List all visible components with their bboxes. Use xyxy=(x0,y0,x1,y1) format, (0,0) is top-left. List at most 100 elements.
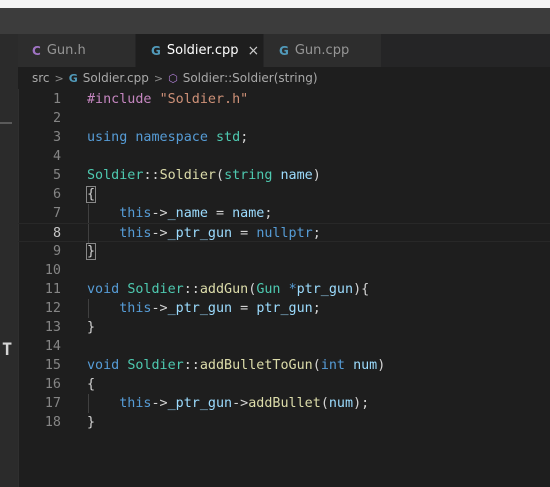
code-line[interactable]: 5 Soldier::Soldier(string name) xyxy=(18,166,550,185)
tab-label: Gun.cpp xyxy=(294,43,350,58)
line-number: 15 xyxy=(44,358,61,373)
code-token: -> xyxy=(151,206,168,221)
code-token: { xyxy=(87,377,96,392)
code-line[interactable]: 4 xyxy=(18,147,550,166)
code-line[interactable]: 6{ xyxy=(18,185,550,204)
code-token: addGun xyxy=(199,282,249,297)
code-token: -> xyxy=(232,396,249,411)
code-text: this->_ptr_gun = nullptr; xyxy=(87,224,321,243)
window-top-band xyxy=(0,0,550,8)
code-token: Gun xyxy=(256,282,289,297)
line-number: 16 xyxy=(44,377,61,392)
code-line[interactable]: 10 xyxy=(18,261,550,280)
code-token: num xyxy=(328,396,354,411)
code-token: num xyxy=(353,358,378,373)
code-line[interactable]: 2 xyxy=(18,109,550,128)
code-token: _ptr_gun xyxy=(167,226,233,241)
breadcrumb-symbol[interactable]: ⬡ Soldier::Soldier(string) xyxy=(168,71,317,85)
line-number: 10 xyxy=(44,263,61,278)
code-token: void xyxy=(87,358,128,373)
code-token: = xyxy=(232,226,257,241)
code-token: string xyxy=(224,168,281,183)
code-token: :: xyxy=(143,168,160,183)
code-token: "Soldier.h" xyxy=(159,92,249,107)
code-token: ( xyxy=(320,396,329,411)
line-number: 8 xyxy=(52,226,61,241)
code-line[interactable]: 12 this->_ptr_gun = ptr_gun; xyxy=(18,299,550,318)
c-header-file-icon: C xyxy=(32,43,41,58)
line-number: 9 xyxy=(52,244,61,259)
code-line[interactable]: 16 { xyxy=(18,375,550,394)
code-token: * xyxy=(288,282,297,297)
code-token: _ptr_gun xyxy=(167,396,233,411)
code-line[interactable]: 9} xyxy=(18,242,550,261)
tab-soldier-cpp[interactable]: G Soldier.cpp × xyxy=(136,34,264,67)
code-token: ; xyxy=(240,130,249,145)
activity-marker xyxy=(0,122,12,124)
code-line[interactable]: 14 xyxy=(18,337,550,356)
code-token: ptr_gun xyxy=(296,282,354,297)
code-line[interactable]: 15 void Soldier::addBulletToGun(int num) xyxy=(18,356,550,375)
breadcrumb-folder[interactable]: src xyxy=(32,71,50,85)
code-token: using xyxy=(87,130,136,145)
method-symbol-icon: ⬡ xyxy=(168,71,178,85)
code-token: ) xyxy=(312,168,321,183)
breadcrumb-file[interactable]: G Soldier.cpp xyxy=(69,71,149,85)
title-bar xyxy=(0,8,550,34)
code-token: ; xyxy=(264,206,273,221)
code-line[interactable]: 7 this->_name = name; xyxy=(18,204,550,223)
code-token: { xyxy=(85,186,97,203)
code-text: } xyxy=(85,242,97,261)
code-text: void Soldier::addBulletToGun(int num) xyxy=(87,356,385,375)
code-token: this xyxy=(87,301,152,316)
code-line[interactable]: 17 this->_ptr_gun->addBullet(num); xyxy=(18,394,550,413)
code-token: -> xyxy=(151,301,168,316)
code-token: Soldier xyxy=(127,358,184,373)
code-line[interactable]: 1 #include "Soldier.h" xyxy=(18,90,550,109)
code-token: this xyxy=(87,206,152,221)
code-token: name xyxy=(232,206,265,221)
code-editor[interactable]: 1 #include "Soldier.h" 2 3 using namespace s… xyxy=(18,89,550,487)
code-line[interactable]: 18} xyxy=(18,413,550,432)
code-token: void xyxy=(87,282,128,297)
code-text: using namespace std; xyxy=(87,128,248,147)
code-token: Soldier xyxy=(87,168,144,183)
tab-label: Gun.h xyxy=(46,43,86,58)
code-token: Soldier xyxy=(159,168,216,183)
breadcrumb-file-label: Soldier.cpp xyxy=(82,71,149,85)
code-token: ); xyxy=(353,396,370,411)
code-text: } xyxy=(87,318,95,337)
line-number: 3 xyxy=(52,130,61,145)
tab-gun-cpp[interactable]: G Gun.cpp xyxy=(264,34,382,67)
code-token: } xyxy=(85,243,97,260)
code-text: { xyxy=(85,185,97,204)
cpp-file-icon: G xyxy=(279,43,289,58)
code-token: -> xyxy=(151,396,168,411)
cpp-file-icon: G xyxy=(68,71,78,85)
code-token: } xyxy=(87,320,96,335)
close-icon[interactable]: × xyxy=(247,44,259,58)
line-number: 7 xyxy=(52,206,61,221)
line-number: 17 xyxy=(44,396,61,411)
code-line[interactable]: 13} xyxy=(18,318,550,337)
code-line[interactable]: 3 using namespace std; xyxy=(18,128,550,147)
code-token: addBullet xyxy=(248,396,321,411)
code-text: this->_ptr_gun = ptr_gun; xyxy=(87,299,321,318)
code-token: nullptr xyxy=(256,226,313,241)
code-token: this xyxy=(87,396,152,411)
line-number: 4 xyxy=(52,149,61,164)
code-text: this->_name = name; xyxy=(87,204,272,223)
text-tool-icon[interactable]: T xyxy=(2,340,12,360)
code-text: #include "Soldier.h" xyxy=(87,90,248,109)
tab-gun-h[interactable]: C Gun.h xyxy=(18,34,136,67)
line-number: 12 xyxy=(44,301,61,316)
code-line[interactable]: 8 this->_ptr_gun = nullptr; xyxy=(18,223,550,243)
code-token: :: xyxy=(183,358,200,373)
code-line[interactable]: 11 void Soldier::addGun(Gun *ptr_gun){ xyxy=(18,280,550,299)
code-token: ( xyxy=(216,168,225,183)
code-text: { xyxy=(87,375,95,394)
code-token: ; xyxy=(312,301,321,316)
code-token: #include xyxy=(87,92,160,107)
cpp-file-icon: G xyxy=(151,43,161,58)
code-token: _name xyxy=(167,206,208,221)
